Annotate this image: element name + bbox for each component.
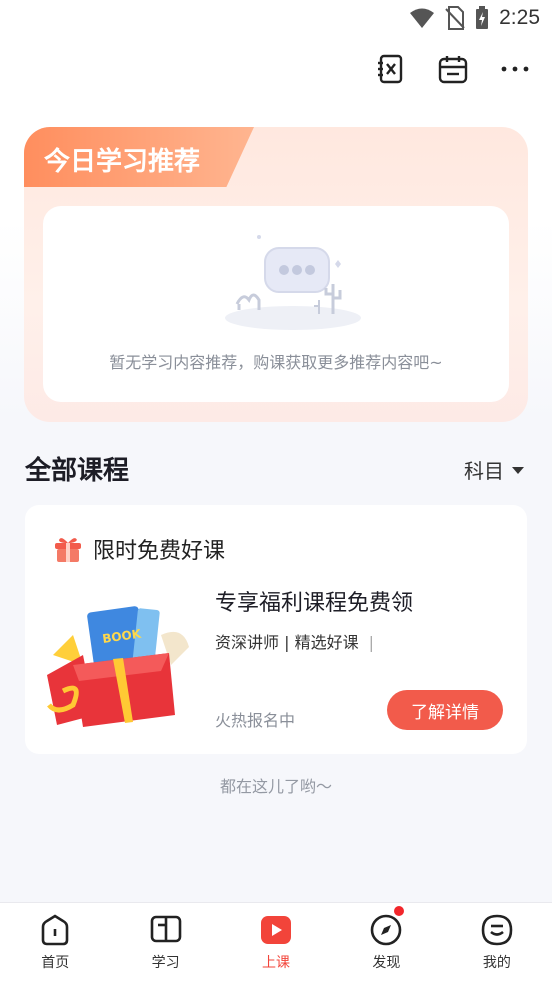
nav-discover[interactable]: 发现 [331, 903, 441, 983]
gift-box-book-illustration: BOOK [47, 606, 189, 727]
top-actions [376, 54, 530, 84]
nav-profile[interactable]: 我的 [442, 903, 552, 983]
notebook-x-icon[interactable] [376, 54, 406, 84]
promo-header: 限时免费好课 [53, 533, 225, 565]
recommend-title: 今日学习推荐 [44, 147, 201, 177]
empty-state-illustration [225, 235, 361, 330]
subject-filter[interactable]: 科目 [464, 455, 524, 484]
learn-more-button[interactable]: 了解详情 [387, 690, 503, 730]
status-bar: 2:25 [0, 0, 552, 38]
recommend-card: 今日学习推荐 暂无学习内容推荐，购课获取更多推荐内容吧~ [24, 127, 528, 422]
compass-icon [371, 914, 402, 946]
course-name: 专享福利课程免费领 [215, 591, 414, 616]
recommend-empty-panel: 暂无学习内容推荐，购课获取更多推荐内容吧~ [43, 206, 509, 402]
status-time: 2:25 [499, 6, 540, 29]
study-icon [150, 915, 181, 943]
course-status: 火热报名中 [215, 711, 296, 730]
bottom-nav: 首页 学习 上课 发现 我的 [0, 902, 552, 983]
no-sim-icon [445, 6, 465, 30]
class-play-icon [261, 916, 292, 944]
nav-home-label: 首页 [41, 955, 70, 971]
nav-home[interactable]: 首页 [0, 903, 110, 983]
battery-charging-icon [476, 6, 489, 29]
course-tags-text: 资深讲师 | 精选好课 [215, 633, 359, 652]
promo-title: 限时免费好课 [93, 539, 226, 564]
more-icon[interactable] [500, 54, 530, 84]
course-tags: 资深讲师 | 精选好课 | [215, 629, 374, 653]
course-card[interactable]: 限时免费好课 BOOK 专享福利课程免费领 资深讲师 | 精选好课 | 火热报名中… [25, 505, 527, 754]
wifi-icon [410, 8, 435, 28]
subject-filter-label: 科目 [464, 459, 504, 483]
gift-icon [55, 538, 81, 562]
home-icon [41, 914, 69, 946]
tag-separator: | [368, 633, 374, 652]
end-of-list-hint: 都在这儿了哟～ [219, 777, 332, 796]
profile-icon [481, 914, 513, 946]
empty-text: 暂无学习内容推荐，购课获取更多推荐内容吧~ [109, 353, 443, 372]
caret-down-icon [512, 467, 524, 474]
nav-study-label: 学习 [151, 955, 180, 971]
nav-discover-label: 发现 [372, 955, 401, 971]
nav-class-label: 上课 [262, 955, 291, 971]
calendar-icon[interactable] [438, 54, 468, 84]
nav-class[interactable]: 上课 [221, 903, 331, 983]
nav-profile-label: 我的 [482, 955, 511, 971]
nav-study[interactable]: 学习 [110, 903, 220, 983]
section-title: 全部课程 [25, 456, 130, 486]
